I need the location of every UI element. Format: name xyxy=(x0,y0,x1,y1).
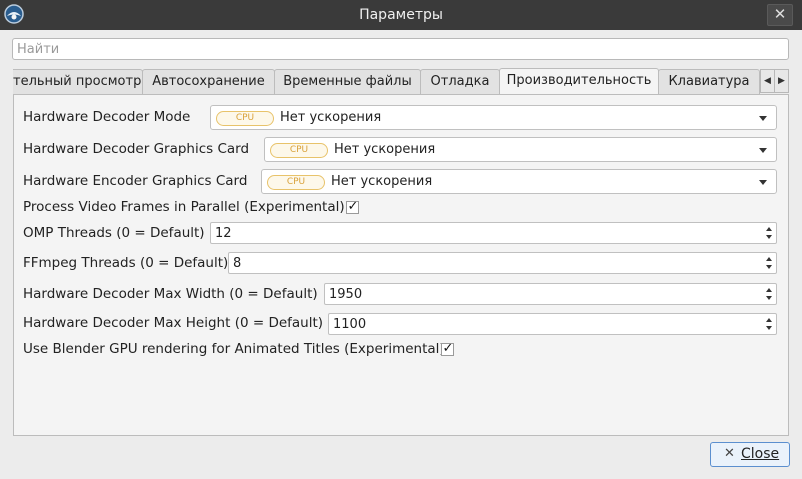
tab-bar: тельный просмотр Автосохранение Временны… xyxy=(13,68,789,94)
cpu-badge: CPU xyxy=(216,111,274,126)
tab-debug[interactable]: Отладка xyxy=(420,69,500,94)
chevron-left-icon: ◀ xyxy=(764,76,771,86)
tab-preview[interactable]: тельный просмотр xyxy=(13,69,143,94)
tab-temp-files[interactable]: Временные файлы xyxy=(274,69,421,94)
chevron-down-icon xyxy=(759,148,767,153)
spin-down-icon[interactable] xyxy=(766,296,772,300)
omp-threads-value: 12 xyxy=(215,226,232,241)
cpu-badge: CPU xyxy=(267,175,325,190)
chevron-down-icon xyxy=(759,116,767,121)
decoder-card-select[interactable]: CPU Нет ускорения xyxy=(264,137,777,162)
tab-performance[interactable]: Производительность xyxy=(499,68,659,94)
tab-autosave[interactable]: Автосохранение xyxy=(142,69,275,94)
tab-scroll-left-button[interactable]: ◀ xyxy=(760,69,775,93)
decoder-mode-label: Hardware Decoder Mode xyxy=(23,109,191,125)
spin-up-icon[interactable] xyxy=(766,257,772,261)
title-bar: Параметры ✕ xyxy=(0,0,802,30)
max-height-label: Hardware Decoder Max Height (0 = Default… xyxy=(23,315,324,331)
tab-label: тельный просмотр xyxy=(13,74,142,89)
omp-threads-spinbox[interactable]: 12 xyxy=(210,222,777,244)
max-height-value: 1100 xyxy=(333,317,367,332)
spin-down-icon[interactable] xyxy=(766,326,772,330)
tab-label: Клавиатура xyxy=(668,74,750,89)
tab-label: Производительность xyxy=(506,73,652,88)
close-button-label: Close xyxy=(741,446,780,462)
spin-down-icon[interactable] xyxy=(766,235,772,239)
decoder-mode-select[interactable]: CPU Нет ускорения xyxy=(210,105,777,130)
encoder-card-value: Нет ускорения xyxy=(331,174,433,189)
ffmpeg-threads-label: FFmpeg Threads (0 = Default) xyxy=(23,255,229,271)
blender-gpu-label: Use Blender GPU rendering for Animated T… xyxy=(23,341,445,357)
max-width-label: Hardware Decoder Max Width (0 = Default) xyxy=(23,286,318,302)
chevron-right-icon: ▶ xyxy=(778,76,785,86)
checkmark-icon: ✓ xyxy=(347,199,359,214)
decoder-card-label: Hardware Decoder Graphics Card xyxy=(23,141,250,157)
parallel-frames-checkbox[interactable]: ✓ xyxy=(346,199,359,214)
spin-down-icon[interactable] xyxy=(766,265,772,269)
close-icon: ✕ xyxy=(724,446,735,461)
cpu-badge: CPU xyxy=(270,143,328,158)
parallel-frames-label: Process Video Frames in Parallel (Experi… xyxy=(23,199,345,215)
encoder-card-label: Hardware Encoder Graphics Card xyxy=(23,173,248,189)
ffmpeg-threads-spinbox[interactable]: 8 xyxy=(228,252,777,274)
tab-keyboard[interactable]: Клавиатура xyxy=(658,69,760,94)
close-icon: ✕ xyxy=(773,5,787,23)
blender-gpu-checkbox[interactable]: ✓ xyxy=(441,341,454,356)
max-width-spinbox[interactable]: 1950 xyxy=(324,283,777,305)
tab-label: Временные файлы xyxy=(283,74,412,89)
spin-up-icon[interactable] xyxy=(766,227,772,231)
decoder-mode-value: Нет ускорения xyxy=(280,110,382,125)
tab-label: Отладка xyxy=(430,74,490,89)
chevron-down-icon xyxy=(759,180,767,185)
max-width-value: 1950 xyxy=(329,287,363,302)
decoder-card-value: Нет ускорения xyxy=(334,142,436,157)
spin-up-icon[interactable] xyxy=(766,288,772,292)
checkmark-icon: ✓ xyxy=(442,341,454,356)
omp-threads-label: OMP Threads (0 = Default) xyxy=(23,225,205,241)
close-button[interactable]: ✕ Close xyxy=(710,442,790,467)
max-height-spinbox[interactable]: 1100 xyxy=(328,313,777,335)
ffmpeg-threads-value: 8 xyxy=(233,256,242,271)
window-title: Параметры xyxy=(359,7,443,23)
tab-label: Автосохранение xyxy=(152,74,265,89)
window-close-button[interactable]: ✕ xyxy=(767,4,793,26)
search-input[interactable] xyxy=(12,38,789,60)
encoder-card-select[interactable]: CPU Нет ускорения xyxy=(261,169,777,194)
spin-up-icon[interactable] xyxy=(766,318,772,322)
tab-scroll-right-button[interactable]: ▶ xyxy=(774,69,789,93)
